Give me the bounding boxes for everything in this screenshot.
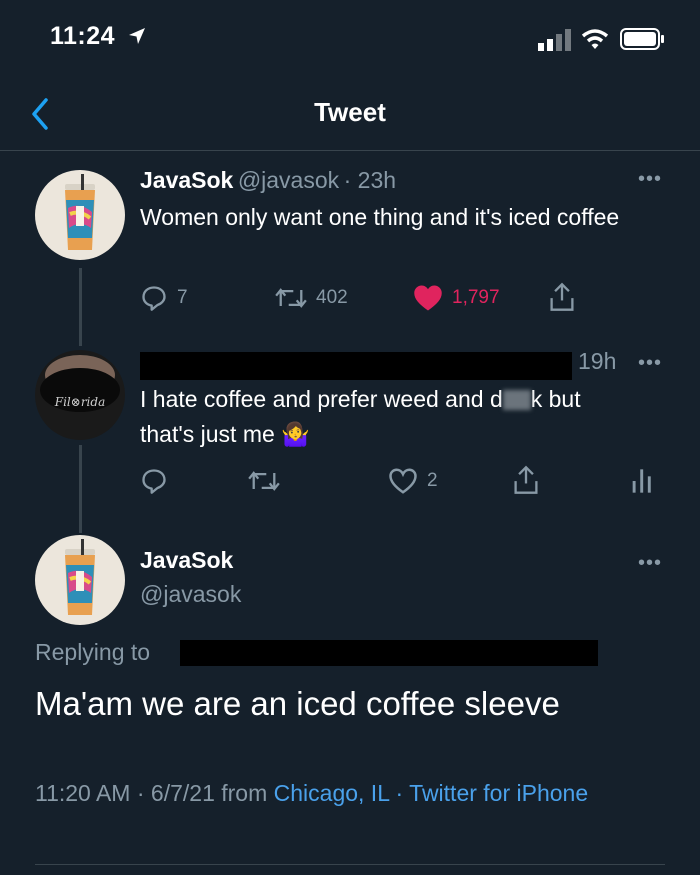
user-avatar-image: Fil⊗rida [35,350,125,440]
avatar[interactable] [35,170,125,260]
heart-outline-icon [389,468,417,494]
more-options-icon[interactable]: ••• [638,552,662,575]
more-options-icon[interactable]: ••• [638,168,662,191]
like-count: 2 [427,470,438,491]
client-link[interactable]: · Twitter for iPhone [396,780,589,806]
share-icon [514,465,538,494]
tweet-header: JavaSok @javasok · 23h [140,167,640,194]
nav-bar: Tweet [0,80,700,151]
like-button[interactable]: 2 [388,467,438,495]
status-bar: 11:24 [0,0,700,80]
retweet-button[interactable] [248,467,289,495]
like-button[interactable]: 1,797 [413,284,500,312]
iced-coffee-sleeve-avatar [35,535,125,625]
location-arrow-icon [128,28,145,44]
like-count: 1,797 [452,287,500,308]
analytics-icon [632,469,651,493]
redacted-name [140,352,572,380]
redacted-username [180,640,598,666]
reply-button[interactable] [140,467,177,495]
tweet-time: · 23h [343,167,397,193]
display-name[interactable]: JavaSok [140,547,233,574]
avatar[interactable] [35,535,125,625]
reply-count: 7 [177,287,188,308]
thread-line [79,268,82,346]
share-button[interactable] [512,465,549,495]
username[interactable]: @javasok [238,167,339,193]
tweet-timestamp: 11:20 AM · 6/7/21 from Chicago, IL · Twi… [35,780,589,806]
replying-to-label: Replying to [35,639,151,665]
battery-icon [620,28,664,50]
share-button[interactable] [548,282,585,312]
main-tweet-text: Ma'am we are an iced coffee sleeve [35,685,560,722]
retweet-icon [275,288,307,308]
display-name[interactable]: JavaSok [140,167,233,193]
tweet-time: 19h [578,348,617,374]
censored-word [502,390,531,410]
status-time: 11:24 [50,22,147,51]
wifi-icon [581,29,609,49]
page-title: Tweet [314,97,386,127]
svg-text:Fil⊗rida: Fil⊗rida [54,395,105,409]
divider [35,864,665,865]
tweet-actions: 7 402 1,797 [140,282,660,316]
location-link[interactable]: Chicago, IL [274,780,390,806]
avatar[interactable]: Fil⊗rida [35,350,125,440]
iced-coffee-sleeve-avatar [35,170,125,260]
retweet-icon [248,471,280,491]
retweet-button[interactable]: 402 [275,284,348,312]
analytics-button[interactable] [630,467,663,495]
tweet-text: Women only want one thing and it's iced … [140,204,620,230]
reply-icon [142,469,166,494]
username[interactable]: @javasok [140,581,241,608]
reply-icon [142,286,166,311]
tweet-actions: 2 [140,465,663,499]
retweet-count: 402 [316,287,348,308]
share-icon [550,282,574,311]
signal-icon [538,29,571,51]
tweet-text: I hate coffee and prefer weed and dk but… [140,386,581,447]
heart-filled-icon [414,285,442,311]
thread-line [79,445,82,533]
more-options-icon[interactable]: ••• [638,352,662,375]
reply-button[interactable]: 7 [140,284,188,312]
